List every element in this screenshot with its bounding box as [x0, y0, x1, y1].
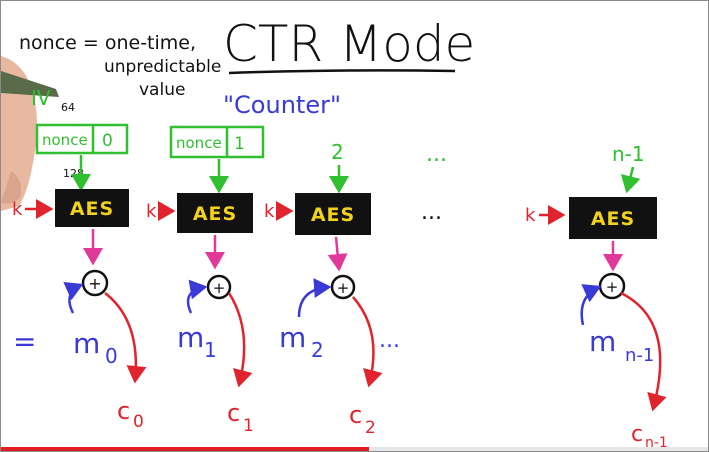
aes-block-1: k AES — [146, 193, 253, 233]
svg-text:c: c — [117, 397, 130, 425]
iv-label: IV — [31, 86, 51, 110]
ellipsis-inputs: ... — [426, 142, 447, 167]
svg-text:1: 1 — [243, 416, 254, 436]
svg-text:+: + — [606, 278, 619, 296]
key-label-1: k — [146, 201, 157, 222]
ciphertext-2: c 2 — [349, 401, 376, 438]
aes-block-2: k AES — [264, 193, 371, 235]
message-2: m 2 — [279, 321, 324, 362]
svg-text:m: m — [589, 325, 616, 358]
svg-text:c: c — [349, 401, 362, 429]
bits-64-label: 64 — [61, 101, 75, 114]
message-1: m 1 — [177, 321, 217, 362]
equals-sign: = — [13, 325, 36, 358]
xor-node-2: + — [330, 274, 356, 300]
ciphertext-1: c 1 — [227, 399, 254, 436]
ctr-mode-diagram: nonce = one-time, unpredictable value CT… — [1, 15, 668, 451]
counter-value-0: 0 — [102, 131, 113, 151]
xor-node-n-1: + — [598, 272, 626, 300]
aes-block-0: k AES — [12, 189, 129, 227]
nonce-definition-line2: unpredictable — [104, 57, 221, 77]
svg-text:0: 0 — [133, 412, 144, 432]
svg-text:2: 2 — [311, 338, 324, 362]
svg-text:m: m — [73, 327, 100, 360]
svg-text:+: + — [213, 279, 226, 297]
aes-label-2: AES — [311, 204, 355, 226]
counter-label: "Counter" — [223, 91, 341, 119]
svg-text:m: m — [177, 321, 204, 354]
aes-label-1: AES — [193, 203, 237, 225]
aes-block-n-1: k AES — [525, 197, 657, 239]
ellipsis-aes: ... — [421, 200, 442, 225]
svg-text:m: m — [279, 321, 306, 354]
video-progress-fill — [1, 447, 369, 451]
page-title: CTR Mode — [223, 15, 475, 73]
aes-label-n-1: AES — [591, 208, 635, 230]
message-n-1: m n-1 — [589, 325, 654, 366]
message-0: m 0 — [73, 327, 118, 368]
svg-text:0: 0 — [105, 344, 118, 368]
svg-text:c: c — [631, 422, 643, 447]
svg-text:+: + — [337, 279, 350, 297]
xor-node-0: + — [81, 269, 109, 297]
video-progress-bar[interactable] — [1, 447, 708, 451]
svg-text:1: 1 — [204, 338, 217, 362]
svg-text:+: + — [88, 274, 101, 293]
key-label-n-1: k — [525, 205, 536, 226]
video-frame: nonce = one-time, unpredictable value CT… — [0, 0, 709, 452]
svg-text:c: c — [227, 399, 240, 427]
xor-node-1: + — [206, 274, 232, 300]
nonce-definition-line1: nonce = one-time, — [19, 32, 196, 54]
counter-value-1: 1 — [234, 134, 245, 154]
svg-text:2: 2 — [365, 418, 376, 438]
counter-value-n-1: n-1 — [612, 142, 645, 166]
key-label-0: k — [12, 199, 23, 220]
ciphertext-0: c 0 — [117, 397, 144, 432]
aes-label-0: AES — [70, 198, 114, 220]
nonce-field-1: nonce — [176, 134, 222, 152]
key-label-2: k — [264, 201, 275, 222]
nonce-field-0: nonce — [42, 131, 88, 149]
counter-value-2: 2 — [331, 140, 344, 164]
ellipsis-messages: ... — [379, 328, 400, 353]
nonce-definition-line3: value — [139, 80, 185, 100]
svg-text:n-1: n-1 — [625, 345, 654, 366]
